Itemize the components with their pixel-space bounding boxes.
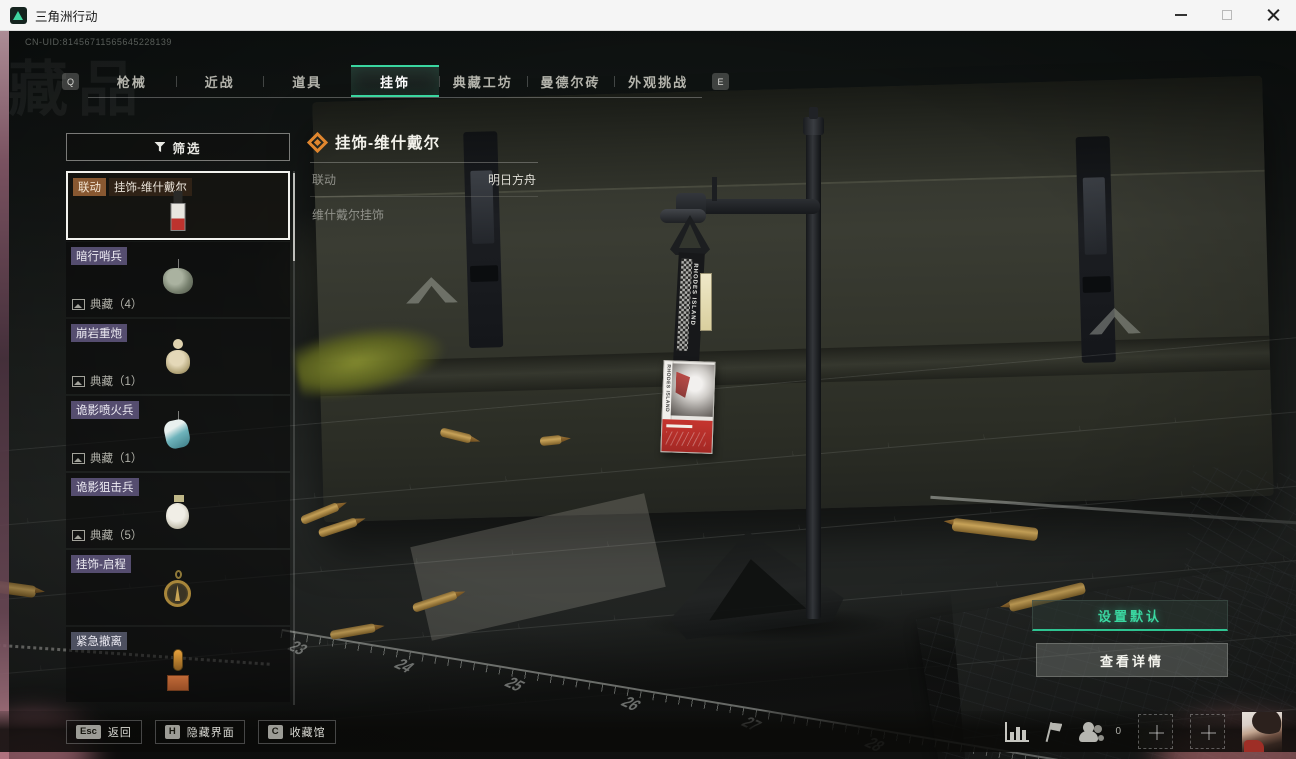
- collection-count: 典藏（1）: [90, 376, 143, 388]
- esc-keycap: Esc: [76, 724, 101, 739]
- charm-list: 联动 挂饰-维什戴尔 暗行哨兵 典藏（4） 崩岩重炮 典藏（1） 诡影喷火兵 典…: [66, 171, 290, 705]
- charm-thumbnail: [164, 570, 192, 610]
- set-default-button[interactable]: 设置默认: [1032, 600, 1228, 631]
- list-item-guiying-penhuobing[interactable]: 诡影喷火兵 典藏（1）: [66, 396, 290, 471]
- shortcut-collection-hall[interactable]: C 收藏馆: [257, 719, 336, 744]
- view-details-button[interactable]: 查看详情: [1036, 643, 1228, 677]
- collab-badge: 联动: [73, 178, 106, 196]
- charm-subtitle: 维什戴尔挂饰: [312, 208, 385, 222]
- charm-thumbnail: [167, 649, 189, 697]
- collab-value: 明日方舟: [487, 173, 536, 187]
- scrollbar-thumb[interactable]: [293, 173, 295, 261]
- tab-firearms[interactable]: 枪械: [88, 65, 176, 97]
- tab-gadgets[interactable]: 道具: [263, 65, 351, 97]
- filter-button[interactable]: 筛选: [66, 133, 290, 161]
- collection-count: 典藏（1）: [90, 453, 143, 465]
- item-name: 暗行哨兵: [71, 247, 127, 265]
- stats-icon[interactable]: [1005, 721, 1030, 742]
- invite-slot-button[interactable]: [1138, 714, 1173, 749]
- item-name: 紧急撤离: [71, 632, 127, 650]
- collection-icon: [72, 529, 85, 541]
- charm-thumbnail: [170, 182, 186, 231]
- item-name: 诡影狙击兵: [71, 478, 139, 496]
- tab-charms[interactable]: 挂饰: [351, 65, 439, 97]
- item-name: 诡影喷火兵: [71, 401, 139, 419]
- charm-thumbnail: [162, 411, 192, 451]
- team-icon[interactable]: [1079, 721, 1109, 742]
- minimize-icon: [1175, 14, 1187, 16]
- list-item-guiying-jujibing[interactable]: 诡影狙击兵 典藏（5）: [66, 473, 290, 548]
- team-count: 0: [1115, 726, 1121, 737]
- charm-title: 挂饰-维什戴尔: [335, 135, 441, 152]
- charm-rarity-icon: [306, 131, 329, 153]
- close-button[interactable]: [1250, 0, 1296, 30]
- list-scrollbar[interactable]: [293, 171, 295, 705]
- collection-icon: [72, 298, 85, 310]
- charm-thumbnail: [165, 339, 191, 375]
- list-item-bengyan-zhongpao[interactable]: 崩岩重炮 典藏（1）: [66, 319, 290, 394]
- list-item-jinji-cheli[interactable]: 紧急撤离: [66, 627, 290, 702]
- collection-icon: [72, 375, 85, 387]
- window-title: 三角洲行动: [35, 9, 98, 24]
- invite-slot-button[interactable]: [1190, 714, 1225, 749]
- filter-icon: [154, 142, 166, 152]
- player-avatar[interactable]: [1242, 711, 1282, 752]
- title-bar: 三角洲行动: [0, 0, 1296, 31]
- charm-detail-panel: 挂饰-维什戴尔 联动 明日方舟 维什戴尔挂饰: [306, 131, 538, 232]
- list-item-charm-qicheng[interactable]: 挂饰-启程: [66, 550, 290, 625]
- tab-appearance-challenge[interactable]: 外观挑战: [614, 65, 702, 97]
- app-logo-icon: [10, 6, 27, 24]
- tab-next-keycap[interactable]: E: [712, 73, 729, 90]
- minimize-button[interactable]: [1158, 0, 1204, 30]
- collection-icon: [72, 452, 85, 464]
- collection-count: 典藏（4）: [90, 299, 143, 311]
- shortcut-back[interactable]: Esc 返回: [66, 719, 142, 744]
- charm-thumbnail: [166, 495, 190, 529]
- charm-thumbnail: [163, 259, 193, 296]
- maximize-icon: [1222, 10, 1232, 20]
- list-item-anxing-shaobing[interactable]: 暗行哨兵 典藏（4）: [66, 242, 290, 317]
- tab-mandel-brick[interactable]: 曼德尔砖: [526, 65, 615, 97]
- game-window: 三角洲行动 23 24 25 26 27: [0, 0, 1296, 759]
- tab-prev-keycap[interactable]: Q: [62, 73, 79, 90]
- maximize-button[interactable]: [1204, 0, 1250, 30]
- tab-collection-workshop[interactable]: 典藏工坊: [438, 65, 527, 97]
- report-flag-icon[interactable]: [1046, 722, 1062, 742]
- item-name: 挂饰-启程: [71, 555, 131, 573]
- collection-count: 典藏（5）: [90, 530, 143, 542]
- category-tabs: 枪械 近战 道具 挂饰 典藏工坊 曼德尔砖 外观挑战: [88, 65, 702, 98]
- item-name: 崩岩重炮: [71, 324, 127, 342]
- c-keycap: C: [267, 724, 283, 739]
- collab-label: 联动: [312, 173, 337, 187]
- close-icon: [1267, 9, 1280, 22]
- shortcut-hide-ui[interactable]: H 隐藏界面: [154, 719, 245, 744]
- h-keycap: H: [164, 724, 180, 739]
- tab-melee[interactable]: 近战: [175, 65, 264, 97]
- bottom-bar: Esc 返回 H 隐藏界面 C 收藏馆 0: [0, 711, 1296, 752]
- list-item-charm-wisadel[interactable]: 联动 挂饰-维什戴尔: [66, 171, 290, 240]
